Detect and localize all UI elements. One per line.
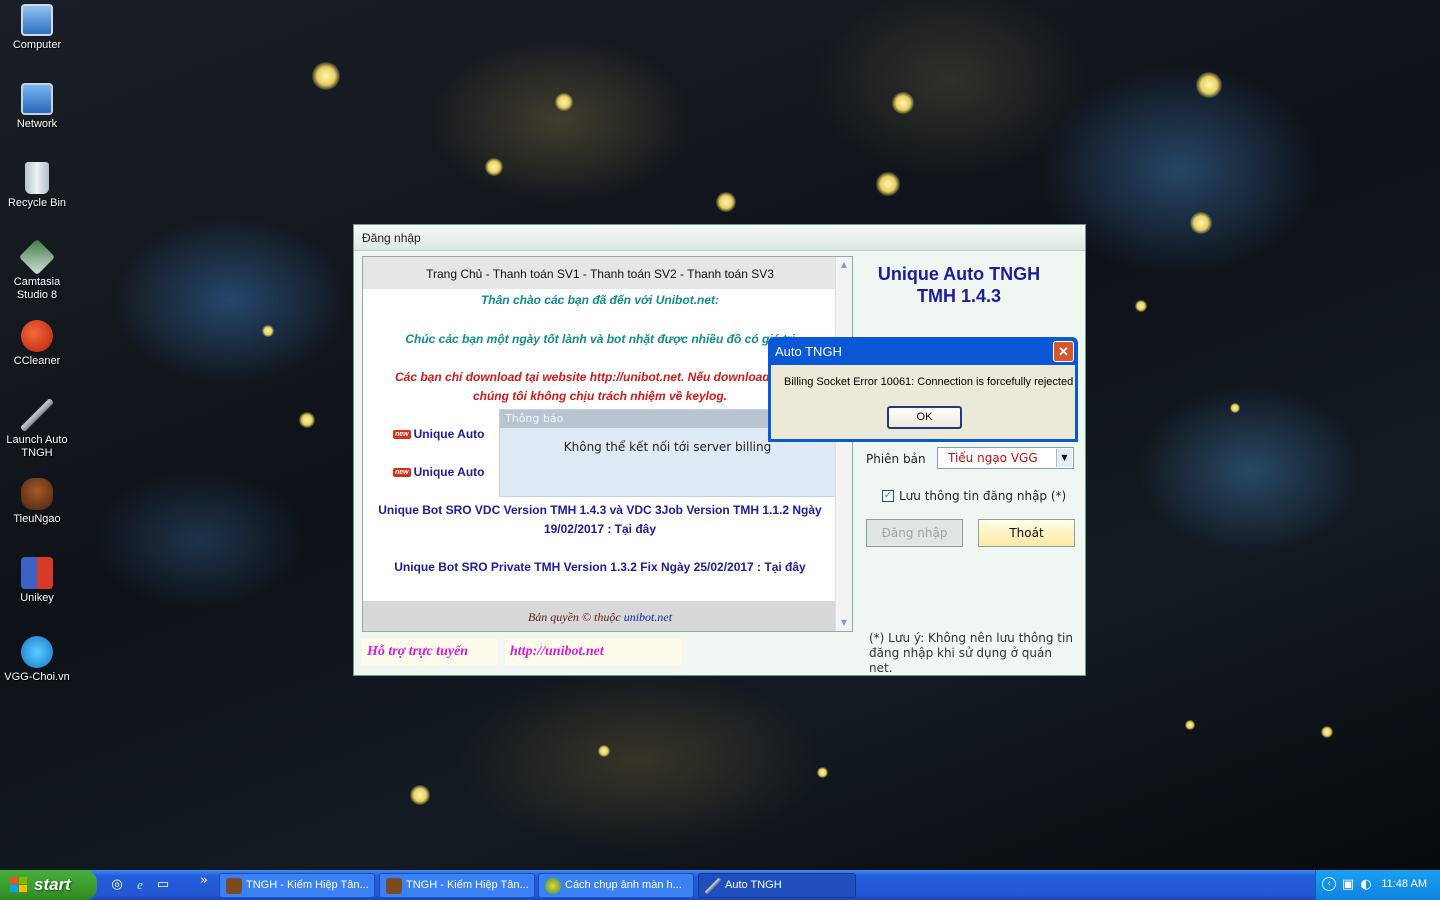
desktop-icon-label: Recycle Bin (7, 197, 67, 209)
unikey-icon (21, 557, 53, 589)
system-tray: ‹ ▣ ◐ 11:48 AM (1315, 870, 1440, 900)
login-window-title: Đăng nhập (354, 225, 1085, 251)
wish-text: Chúc các bạn một ngày tốt lành và bot nh… (405, 332, 795, 346)
quicklaunch-more-icon[interactable]: » (196, 873, 212, 889)
warning-text-line1: Các bạn chỉ download tại website http://… (395, 370, 805, 384)
tray-arrow-icon[interactable]: ‹ (1322, 877, 1336, 891)
vgg-choi-icon (21, 636, 53, 668)
computer-icon (21, 4, 53, 36)
taskbar: start ◎ e ▭ » TNGH - Kiếm Hiệp Tân... TN… (0, 870, 1440, 900)
sword-icon (21, 399, 53, 431)
remember-checkbox[interactable]: ✓ (882, 490, 894, 502)
camtasia-icon (18, 238, 56, 276)
desktop-icon-label: CCleaner (13, 355, 61, 367)
desktop-icon-label: VGG-Choi.vn (4, 671, 70, 683)
speaker-tray-icon[interactable]: ◐ (1358, 877, 1374, 893)
taskbar-item-tngh-1[interactable]: TNGH - Kiếm Hiệp Tân... (219, 873, 375, 898)
start-button[interactable]: start (0, 870, 97, 900)
news-item-3-line1[interactable]: Unique Bot SRO VDC Version TMH 1.4.3 và … (363, 503, 837, 517)
desktop-icon-label: TieuNgao (13, 513, 61, 525)
desktop-icon-label: Launch Auto TNGH (6, 434, 68, 459)
news-item-label: Unique Auto (413, 427, 485, 441)
new-badge-icon: new (393, 430, 411, 440)
desktop-icon-camtasia[interactable]: Camtasia Studio 8 (2, 238, 72, 302)
scroll-down-icon[interactable]: ▼ (838, 617, 850, 629)
internet-explorer-icon[interactable]: e (132, 877, 148, 893)
desktop-icon-computer[interactable]: Computer (2, 4, 72, 52)
show-desktop-icon[interactable]: ▭ (155, 877, 171, 893)
news-item-4[interactable]: Unique Bot SRO Private TMH Version 1.3.2… (363, 560, 837, 574)
news-browser-panel: Trang Chủ - Thanh toán SV1 - Thanh toán … (362, 256, 853, 632)
login-button[interactable]: Đăng nhập (866, 519, 963, 547)
news-item-2[interactable]: new Unique Auto (393, 465, 485, 479)
browser-icon (545, 878, 561, 894)
sword-icon (705, 878, 721, 894)
browser-scrollbar[interactable]: ▲ ▼ (835, 257, 852, 631)
app-title: Unique Auto TNGH TMH 1.4.3 (859, 263, 1059, 307)
tieungao-icon (226, 878, 242, 894)
error-dialog-body: Billing Socket Error 10061: Connection i… (771, 365, 1075, 439)
desktop-icon-network[interactable]: Network (2, 83, 72, 131)
tieungao-icon (386, 878, 402, 894)
desktop-icon-tieungao[interactable]: TieuNgao (2, 478, 72, 526)
login-window: Đăng nhập Trang Chủ - Thanh toán SV1 - T… (353, 224, 1086, 676)
network-tray-icon[interactable]: ▣ (1340, 877, 1356, 893)
scroll-up-icon[interactable]: ▲ (838, 259, 850, 271)
desktop-icon-label: Unikey (20, 592, 54, 604)
website-link[interactable]: http://unibot.net (505, 639, 682, 665)
desktop-icon-ccleaner[interactable]: CCleaner (2, 320, 72, 368)
taskbar-item-tngh-2[interactable]: TNGH - Kiếm Hiệp Tân... (379, 873, 535, 898)
warning-text-line2: chúng tôi không chịu trách nhiệm về keyl… (472, 389, 728, 403)
desktop-icon-launch-auto-tngh[interactable]: Launch Auto TNGH (2, 399, 72, 460)
browser-footer: Bản quyền © thuộc unibot.net (363, 601, 837, 631)
desktop-icon-recycle-bin[interactable]: Recycle Bin (2, 162, 72, 210)
start-label: start (34, 875, 71, 894)
news-item-3-line2[interactable]: 19/02/2017 : Tại đây (363, 522, 837, 536)
new-badge-icon: new (393, 468, 411, 478)
desktop-icon-label: Network (16, 118, 58, 130)
taskbar-item-label: TNGH - Kiếm Hiệp Tân... (246, 879, 369, 891)
taskbar-item-auto-tngh[interactable]: Auto TNGH (698, 873, 856, 898)
close-icon[interactable]: ✕ (1053, 341, 1074, 362)
app-name: Unique Auto TNGH (877, 264, 1041, 284)
copyright-text: Bản quyền © thuộc (527, 610, 621, 624)
error-dialog-title: Auto TNGH ✕ (771, 337, 1075, 365)
desktop-icon-label: Camtasia Studio 8 (13, 276, 61, 301)
taskbar-item-label: TNGH - Kiếm Hiệp Tân... (406, 879, 529, 891)
support-online-link[interactable]: Hỗ trợ trực tuyến (362, 639, 498, 665)
clock[interactable]: 11:48 AM (1381, 878, 1427, 890)
news-item-1[interactable]: new Unique Auto (393, 427, 485, 441)
error-message: Billing Socket Error 10061: Connection i… (784, 376, 1074, 388)
chevron-down-icon[interactable]: ▼ (1056, 449, 1072, 467)
error-dialog: Auto TNGH ✕ Billing Socket Error 10061: … (768, 337, 1078, 442)
desktop-icon-vgg-choi[interactable]: VGG-Choi.vn (2, 636, 72, 684)
version-select[interactable]: Tiếu ngạo VGG ▼ (937, 447, 1074, 469)
taskbar-item-label: Cách chụp ảnh màn h... (565, 879, 682, 891)
browser-quicklaunch-icon[interactable]: ◎ (109, 877, 125, 893)
version-select-value: Tiếu ngạo VGG (948, 451, 1038, 465)
app-version: TMH 1.4.3 (916, 286, 1002, 306)
desktop-icon-label: Computer (12, 39, 62, 51)
windows-logo-icon (10, 877, 28, 893)
ccleaner-icon (21, 320, 53, 352)
taskbar-item-browser[interactable]: Cách chụp ảnh màn h... (538, 873, 694, 898)
error-dialog-title-text: Auto TNGH (775, 344, 842, 359)
version-label: Phiên bản (866, 452, 926, 466)
copyright-site-link[interactable]: unibot.net (624, 610, 672, 624)
remember-label: Lưu thông tin đăng nhập (*) (899, 489, 1067, 503)
exit-button[interactable]: Thoát (978, 519, 1075, 547)
ok-button[interactable]: OK (887, 406, 962, 429)
taskbar-item-label: Auto TNGH (725, 879, 782, 891)
recycle-bin-icon (25, 162, 49, 194)
browser-nav-links[interactable]: Trang Chủ - Thanh toán SV1 - Thanh toán … (363, 257, 837, 289)
greeting-text: Thân chào các bạn đã đến với Unibot.net: (480, 293, 720, 307)
news-item-label: Unique Auto (413, 465, 485, 479)
note-text: (*) Lưu ý: Không nên lưu thông tin đăng … (869, 631, 1073, 675)
desktop-icon-unikey[interactable]: Unikey (2, 557, 72, 605)
network-icon (21, 83, 53, 115)
tieungao-icon (21, 478, 53, 510)
